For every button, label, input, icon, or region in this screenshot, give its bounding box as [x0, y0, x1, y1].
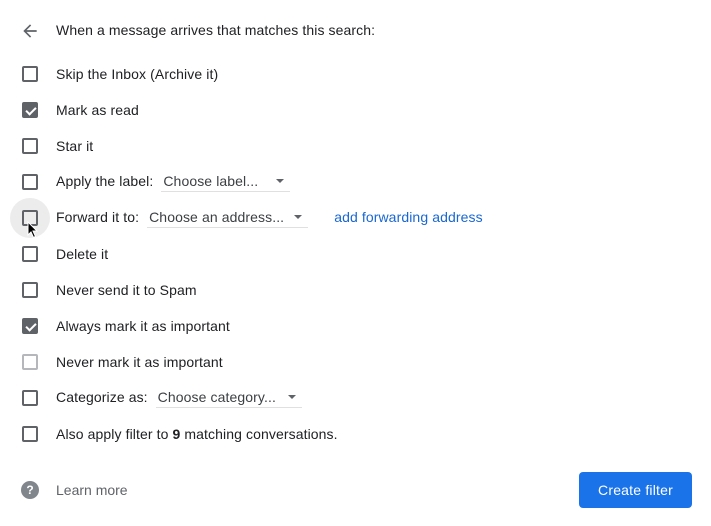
categorize-checkbox[interactable] [22, 390, 38, 406]
mark-read-label: Mark as read [56, 102, 139, 118]
dropdown-caret-icon [294, 214, 303, 219]
option-categorize: Categorize as: Choose category... [0, 380, 711, 416]
always-important-label: Always mark it as important [56, 318, 230, 334]
help-icon[interactable]: ? [21, 481, 39, 499]
apply-label-label: Apply the label: Choose label... [56, 173, 291, 192]
forward-label: Forward it to: Choose an address... add fo… [56, 209, 483, 228]
never-spam-label: Never send it to Spam [56, 282, 197, 298]
delete-label: Delete it [56, 246, 109, 262]
option-never-important: Never mark it as important [0, 344, 711, 380]
dropdown-caret-icon [287, 394, 296, 399]
option-also-apply: Also apply filter to 9 matching conversa… [0, 416, 711, 452]
categorize-label: Categorize as: Choose category... [56, 389, 302, 408]
star-checkbox[interactable] [22, 138, 38, 154]
add-forwarding-address-link[interactable]: add forwarding address [334, 209, 483, 225]
label-select[interactable]: Choose label... [161, 173, 291, 192]
never-important-checkbox[interactable] [22, 354, 38, 370]
also-apply-label: Also apply filter to 9 matching conversa… [56, 426, 338, 442]
dropdown-caret-icon [276, 178, 285, 183]
option-star: Star it [0, 128, 711, 164]
option-apply-label: Apply the label: Choose label... [0, 164, 711, 200]
option-never-spam: Never send it to Spam [0, 272, 711, 308]
skip-inbox-label: Skip the Inbox (Archive it) [56, 66, 219, 82]
option-delete: Delete it [0, 236, 711, 272]
learn-more-link[interactable]: Learn more [56, 482, 128, 498]
never-spam-checkbox[interactable] [22, 282, 38, 298]
mark-read-checkbox[interactable] [22, 102, 38, 118]
also-apply-checkbox[interactable] [22, 426, 38, 442]
create-filter-button[interactable]: Create filter [579, 472, 692, 508]
never-important-label: Never mark it as important [56, 354, 223, 370]
header-text: When a message arrives that matches this… [56, 22, 376, 38]
option-always-important: Always mark it as important [0, 308, 711, 344]
star-label: Star it [56, 138, 94, 154]
option-mark-read: Mark as read [0, 92, 711, 128]
category-select[interactable]: Choose category... [155, 389, 302, 408]
skip-inbox-checkbox[interactable] [22, 66, 38, 82]
option-forward: Forward it to: Choose an address... add fo… [0, 198, 711, 238]
option-skip-inbox: Skip the Inbox (Archive it) [0, 56, 711, 92]
apply-label-checkbox[interactable] [22, 174, 38, 190]
mouse-cursor-icon [27, 221, 39, 239]
back-arrow-icon[interactable] [20, 21, 40, 41]
address-select[interactable]: Choose an address... [147, 209, 309, 228]
delete-checkbox[interactable] [22, 246, 38, 262]
always-important-checkbox[interactable] [22, 318, 38, 334]
